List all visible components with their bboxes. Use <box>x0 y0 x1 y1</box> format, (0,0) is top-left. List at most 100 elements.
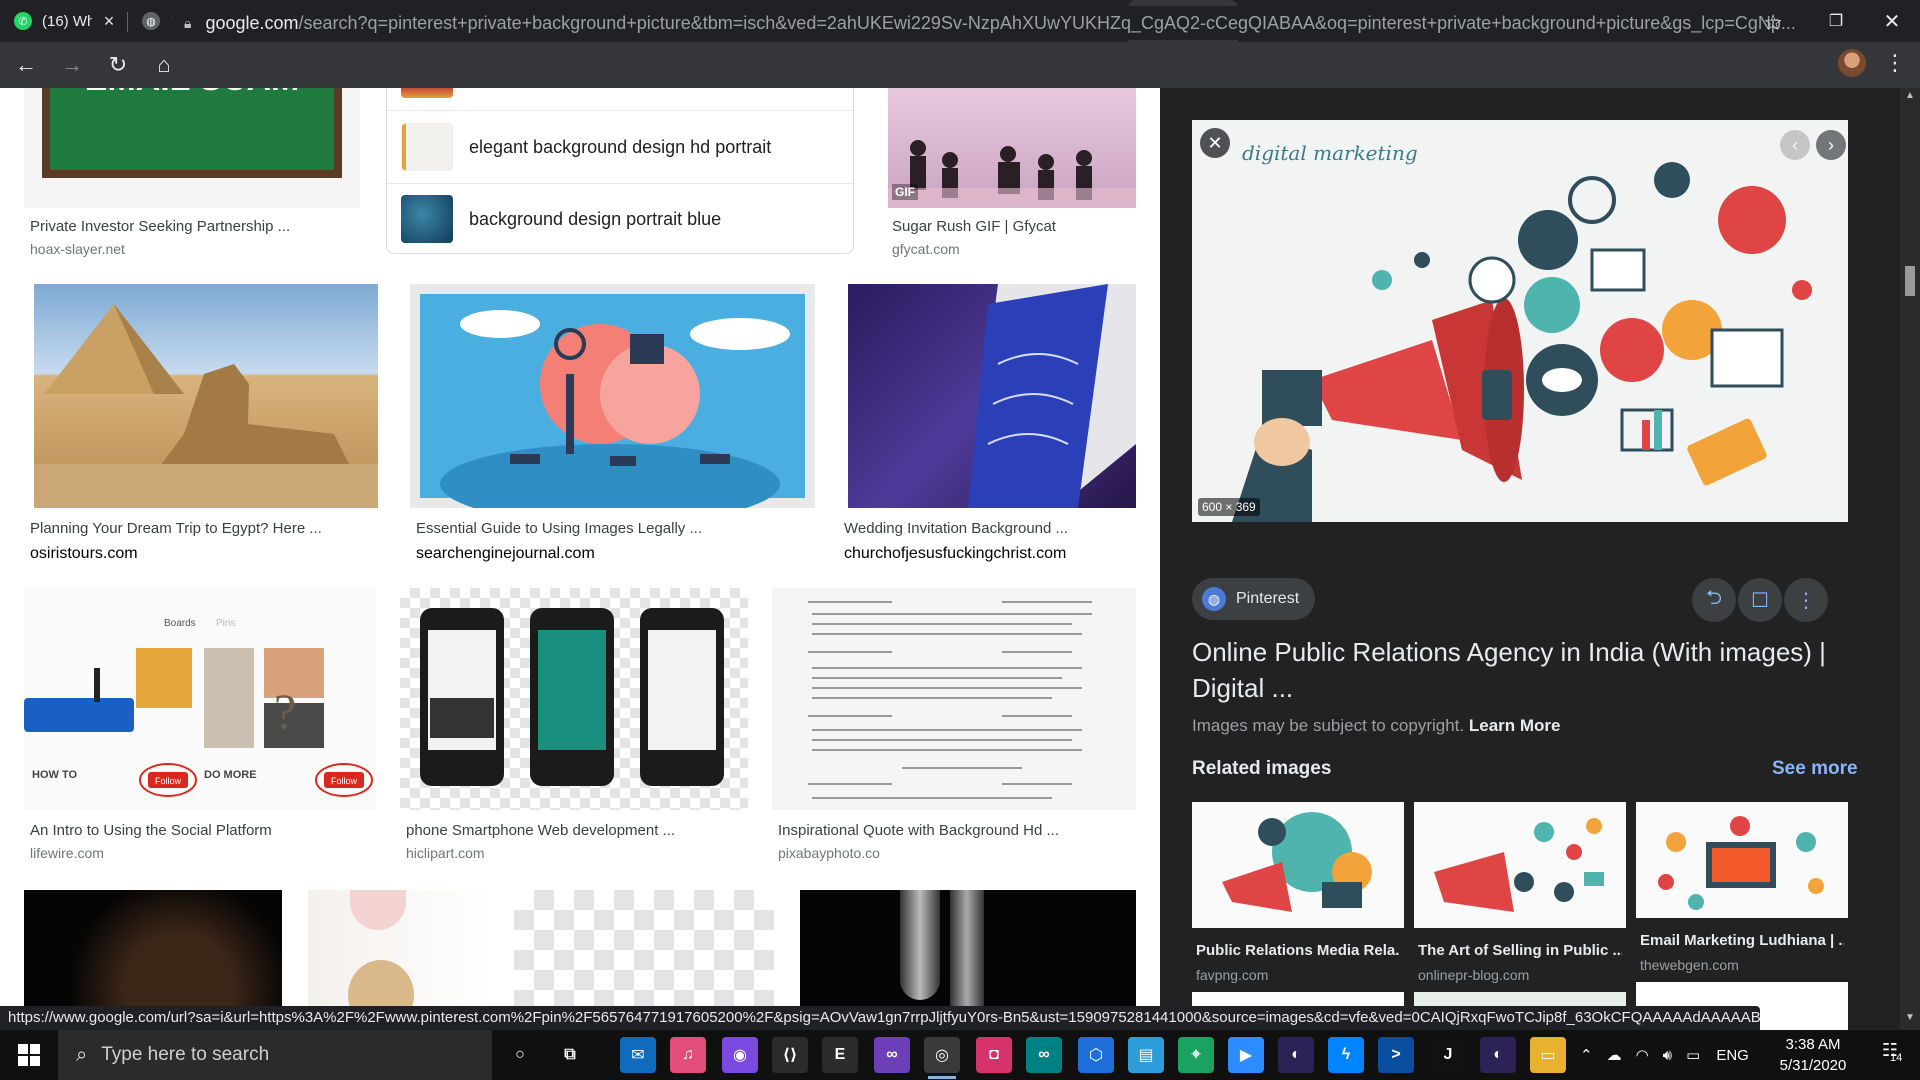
close-window-button[interactable]: ✕ <box>1864 0 1920 42</box>
result-title[interactable]: phone Smartphone Web development ... <box>406 822 748 839</box>
result-thumbnail[interactable]: EMAIL SCAM <box>24 88 360 208</box>
bookmark-star-icon[interactable]: ☆ <box>1763 10 1783 36</box>
result-card[interactable]: Wedding Invitation Background ... <box>840 284 1136 537</box>
related-image-card[interactable]: Public Relations Media Rela... favpng.co… <box>1192 802 1404 983</box>
visual-studio-code-icon[interactable]: ⟨⟩ <box>772 1037 808 1073</box>
result-title[interactable]: Sugar Rush GIF | Gfycat <box>892 218 1136 235</box>
profile-avatar[interactable] <box>1838 49 1866 77</box>
result-thumbnail[interactable] <box>410 284 815 508</box>
maps-app-icon[interactable]: ⌖ <box>1178 1037 1214 1073</box>
related-search-item[interactable]: background design portrait blue <box>387 183 853 255</box>
see-more-link[interactable]: See more <box>1772 758 1858 780</box>
result-thumbnail[interactable]: Boards Pins ? HOW TO DO MORE Follow Foll… <box>24 588 376 810</box>
chrome-icon[interactable]: ◎ <box>924 1037 960 1079</box>
digital-marketing-illustration: digital marketing <box>1232 141 1812 522</box>
browser-menu-icon[interactable]: ⋮ <box>1880 50 1910 78</box>
windows-taskbar: ⌕ Type here to search ⌃ ☁ ◠ 🔊︎ ▭ ENG 3:3… <box>0 1030 1920 1080</box>
related-image-card[interactable]: Email Marketing Ludhiana | ... thewebgen… <box>1636 802 1848 973</box>
related-search-item[interactable]: elegant background design hd portrait <box>387 111 853 183</box>
result-card[interactable]: EMAIL SCAM Private Investor Seeking Part… <box>24 88 360 263</box>
result-thumbnail[interactable] <box>772 588 1136 810</box>
itunes-icon[interactable]: ♫ <box>670 1037 706 1073</box>
browser-tab[interactable]: ✆ (16) Wh × <box>0 0 128 42</box>
visual-studio-icon[interactable]: ∞ <box>874 1037 910 1073</box>
link-status-bar: https://www.google.com/url?sa=i&url=http… <box>0 1006 1760 1030</box>
eclipse-ide-icon[interactable]: ◐ <box>1480 1037 1516 1073</box>
result-thumbnail[interactable] <box>34 284 378 508</box>
powershell-icon[interactable]: > <box>1378 1037 1414 1073</box>
address-bar[interactable]: 🔒︎ google.com/search?q=pinterest+private… <box>170 6 1795 40</box>
close-tab-icon[interactable]: × <box>100 12 118 30</box>
result-title[interactable]: Essential Guide to Using Images Legally … <box>416 520 816 537</box>
result-title[interactable]: Private Investor Seeking Partnership ... <box>30 218 360 235</box>
result-thumbnail[interactable] <box>400 588 748 810</box>
page-scrollbar[interactable]: ▲ ▼ <box>1900 88 1920 1030</box>
file-explorer-icon[interactable]: ▭ <box>1530 1037 1566 1073</box>
podcast-app-icon[interactable]: ◉ <box>722 1037 758 1073</box>
related-image-site: onlinepr-blog.com <box>1418 967 1530 983</box>
volume-icon[interactable]: 🔊︎ <box>1663 1047 1672 1064</box>
maximize-button[interactable]: ❐ <box>1808 0 1864 42</box>
preview-image[interactable]: digital marketing ✕ ‹ › 600 × 369 <box>1192 120 1848 522</box>
jetbrains-icon[interactable]: J <box>1430 1037 1466 1073</box>
messenger-icon[interactable]: ϟ <box>1328 1037 1364 1073</box>
result-card[interactable]: Boards Pins ? HOW TO DO MORE Follow Foll… <box>24 588 376 861</box>
instagram-app-icon[interactable]: ◘ <box>976 1037 1012 1073</box>
forward-button[interactable]: → <box>52 45 92 85</box>
show-hidden-icons-icon[interactable]: ⌃ <box>1580 1046 1593 1064</box>
result-title[interactable]: Wedding Invitation Background ... <box>844 520 1136 537</box>
related-image-card[interactable]: The Art of Selling in Public ... onlinep… <box>1414 802 1626 983</box>
share-button[interactable]: ⮌ <box>1692 578 1736 622</box>
save-button[interactable]: ☐ <box>1738 578 1782 622</box>
result-title[interactable]: Planning Your Dream Trip to Egypt? Here … <box>30 520 378 537</box>
taskbar-clock[interactable]: 3:38 AM 5/31/2020 <box>1758 1034 1868 1076</box>
start-button[interactable] <box>0 1030 58 1080</box>
related-image-thumb[interactable] <box>1192 802 1404 928</box>
previous-image-button[interactable]: ‹ <box>1780 130 1810 160</box>
eclipse-icon[interactable]: ◐ <box>1278 1037 1314 1073</box>
close-preview-button[interactable]: ✕ <box>1200 128 1230 158</box>
copyright-note: Images may be subject to copyright. Lear… <box>1192 716 1561 736</box>
result-thumbnail[interactable]: GIF <box>888 88 1136 208</box>
url-host: google.com <box>205 12 299 33</box>
smartphones-image <box>420 608 724 786</box>
result-title[interactable]: Inspirational Quote with Background Hd .… <box>778 822 1136 839</box>
preview-title[interactable]: Online Public Relations Agency in India … <box>1192 634 1832 706</box>
taskbar-search-box[interactable]: ⌕ Type here to search <box>58 1030 492 1080</box>
3d-viewer-icon[interactable]: ⬡ <box>1078 1037 1114 1073</box>
result-thumbnail[interactable] <box>848 284 1136 508</box>
back-button[interactable]: ← <box>6 45 46 85</box>
result-card[interactable]: Essential Guide to Using Images Legally … <box>410 284 815 537</box>
arduino-icon[interactable]: ∞ <box>1026 1037 1062 1073</box>
reload-button[interactable]: ↻ <box>98 45 138 85</box>
windows-logo-icon <box>18 1044 40 1066</box>
art-of-selling-illustration <box>1434 818 1604 912</box>
source-chip[interactable]: ◍ Pinterest <box>1192 578 1316 620</box>
language-indicator[interactable]: ENG <box>1716 1047 1749 1064</box>
result-card[interactable]: phone Smartphone Web development ... hic… <box>400 588 748 861</box>
notes-app-icon[interactable]: ▤ <box>1128 1037 1164 1073</box>
home-button[interactable]: ⌂ <box>144 45 184 85</box>
battery-icon[interactable]: ▭ <box>1686 1046 1700 1064</box>
zoom-icon[interactable]: ▶ <box>1228 1037 1264 1073</box>
wifi-icon[interactable]: ◠ <box>1636 1046 1649 1064</box>
action-center-button[interactable]: ☷ 14 <box>1872 1040 1908 1070</box>
scroll-down-arrow[interactable]: ▼ <box>1900 1012 1920 1028</box>
result-card[interactable]: Planning Your Dream Trip to Egypt? Here … <box>24 284 378 537</box>
result-card[interactable]: GIF Sugar Rush GIF | Gfycat gfycat.com <box>882 88 1136 263</box>
epic-games-icon[interactable]: E <box>822 1037 858 1073</box>
more-options-button[interactable]: ⋮ <box>1784 578 1828 622</box>
scrollbar-thumb[interactable] <box>1905 266 1915 296</box>
learn-more-link[interactable]: Learn More <box>1469 716 1561 735</box>
related-image-thumb[interactable] <box>1636 802 1848 918</box>
mail-app-icon[interactable]: ✉ <box>620 1037 656 1073</box>
resume-document-image <box>808 601 1092 799</box>
result-card[interactable]: Inspirational Quote with Background Hd .… <box>772 588 1136 861</box>
task-view-icon[interactable]: ⧉ <box>552 1037 588 1073</box>
onedrive-cloud-icon[interactable]: ☁ <box>1607 1046 1622 1064</box>
related-image-thumb[interactable] <box>1414 802 1626 928</box>
scroll-up-arrow[interactable]: ▲ <box>1900 90 1920 106</box>
result-title[interactable]: An Intro to Using the Social Platform <box>30 822 376 839</box>
next-image-button[interactable]: › <box>1816 130 1846 160</box>
cortana-icon[interactable]: ○ <box>502 1037 538 1073</box>
